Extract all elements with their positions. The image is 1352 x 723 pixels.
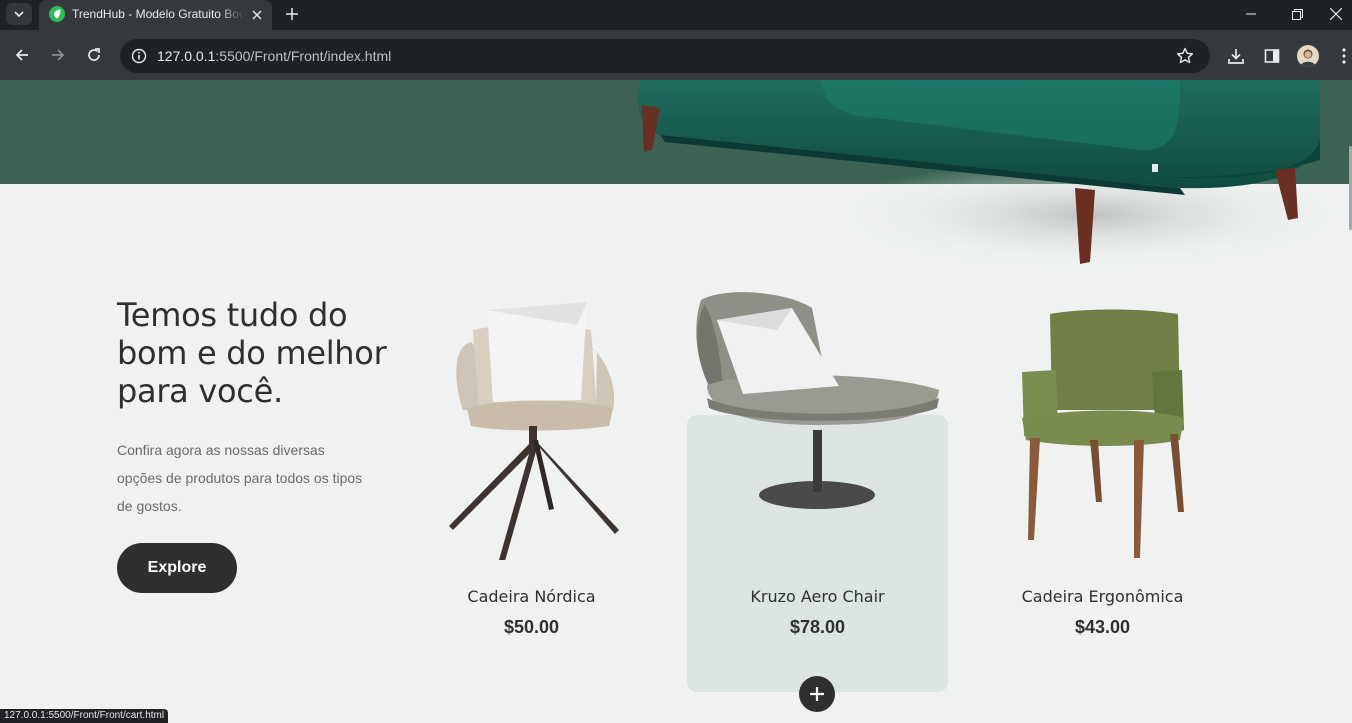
url-path: :5500/Front/Front/index.html xyxy=(215,48,392,64)
product-card[interactable]: Kruzo Aero Chair $78.00 xyxy=(687,290,948,712)
side-panel-icon[interactable] xyxy=(1261,45,1283,67)
bookmark-star-icon[interactable] xyxy=(1175,46,1195,66)
back-button[interactable] xyxy=(10,43,34,67)
restore-button[interactable] xyxy=(1274,0,1320,28)
section-description: Confira agora as nossas diversas opções … xyxy=(117,442,363,514)
restore-icon xyxy=(1291,8,1303,20)
url-text[interactable]: 127.0.0.1:5500/Front/Front/index.html xyxy=(157,48,391,64)
tab-title: TrendHub - Modelo Gratuito Bootstrap xyxy=(72,7,244,21)
reload-icon xyxy=(88,48,100,61)
nordic-chair-image xyxy=(449,302,619,560)
minimize-icon xyxy=(1246,13,1256,15)
explore-button[interactable]: Explore xyxy=(117,543,237,593)
download-icon[interactable] xyxy=(1225,45,1247,67)
chevron-down-icon xyxy=(14,11,24,18)
forward-button[interactable] xyxy=(46,43,70,67)
plus-icon xyxy=(810,687,824,701)
browser-toolbar: 127.0.0.1:5500/Front/Front/index.html xyxy=(0,30,1352,80)
close-window-button[interactable] xyxy=(1320,0,1352,28)
plus-icon xyxy=(286,8,298,20)
product-price: $43.00 xyxy=(1074,617,1131,637)
green-chair-image xyxy=(1022,309,1184,558)
product-card[interactable]: Cadeira Nórdica $50.00 xyxy=(401,290,662,692)
close-tab-icon[interactable] xyxy=(248,6,266,24)
url-host: 127.0.0.1 xyxy=(157,48,216,64)
arrow-right-icon xyxy=(52,49,65,61)
sofa-image xyxy=(638,80,1340,270)
add-to-cart-button[interactable] xyxy=(799,676,835,712)
product-card[interactable]: Cadeira Ergonômica $43.00 xyxy=(972,290,1233,692)
leaf-icon xyxy=(49,6,65,22)
page-viewport: Temos tudo do bom e do melhor para você.… xyxy=(0,80,1352,723)
link-status-bar: 127.0.0.1:5500/Front/Front/cart.html xyxy=(0,709,169,723)
close-icon xyxy=(1330,8,1342,20)
product-name: Kruzo Aero Chair xyxy=(750,587,885,606)
profile-avatar[interactable] xyxy=(1297,45,1319,67)
new-tab-button[interactable] xyxy=(282,4,302,24)
info-icon[interactable] xyxy=(130,47,148,65)
reload-button[interactable] xyxy=(82,43,106,67)
arrow-left-icon xyxy=(15,49,28,61)
product-price: $78.00 xyxy=(789,617,846,637)
address-bar[interactable]: 127.0.0.1:5500/Front/Front/index.html xyxy=(120,39,1210,73)
browser-tab-strip: TrendHub - Modelo Gratuito Bootstrap xyxy=(0,0,1352,30)
active-tab[interactable]: TrendHub - Modelo Gratuito Bootstrap xyxy=(39,0,272,30)
menu-kebab-icon[interactable] xyxy=(1333,45,1352,67)
minimize-button[interactable] xyxy=(1228,0,1274,28)
product-name: Cadeira Nórdica xyxy=(467,587,596,606)
tab-search-button[interactable] xyxy=(6,3,32,25)
product-price: $50.00 xyxy=(503,617,560,637)
product-name: Cadeira Ergonômica xyxy=(1021,587,1184,606)
lounge-chair-image xyxy=(696,292,939,509)
section-heading: Temos tudo do bom e do melhor para você. xyxy=(117,296,387,410)
